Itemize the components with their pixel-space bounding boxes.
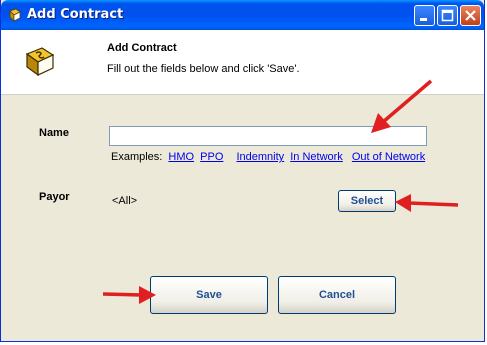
name-input[interactable]	[109, 126, 427, 146]
select-payor-button[interactable]: Select	[338, 190, 396, 212]
close-icon	[465, 10, 476, 21]
examples-row: Examples: HMO PPO Indemnity In Network O…	[111, 151, 425, 163]
window-title: Add Contract	[27, 7, 124, 22]
title-bar[interactable]: Add Contract	[1, 0, 484, 30]
add-contract-dialog: Add Contract Add Contract Fill out the f…	[0, 0, 485, 342]
payor-label: Payor	[39, 191, 70, 203]
save-button[interactable]: Save	[150, 276, 268, 314]
example-link-indemnity[interactable]: Indemnity	[236, 151, 284, 163]
contract-book-icon	[25, 47, 55, 77]
header-subtitle: Fill out the fields below and click 'Sav…	[107, 63, 300, 75]
examples-label: Examples:	[111, 151, 163, 163]
cancel-button[interactable]: Cancel	[278, 276, 396, 314]
maximize-icon	[441, 9, 454, 22]
close-button[interactable]	[460, 5, 481, 26]
name-label: Name	[39, 127, 69, 139]
example-link-out-of-network[interactable]: Out of Network	[352, 151, 425, 163]
minimize-button[interactable]	[414, 5, 435, 26]
example-link-hmo[interactable]: HMO	[168, 151, 194, 163]
book-icon	[9, 8, 21, 22]
maximize-button[interactable]	[437, 5, 458, 26]
dialog-header: Add Contract Fill out the fields below a…	[1, 30, 484, 95]
example-link-in-network[interactable]: In Network	[290, 151, 343, 163]
annotation-arrow-select	[395, 194, 459, 212]
example-link-ppo[interactable]: PPO	[200, 151, 223, 163]
minimize-icon	[420, 18, 427, 21]
payor-value: <All>	[112, 195, 138, 207]
header-title: Add Contract	[107, 42, 177, 54]
